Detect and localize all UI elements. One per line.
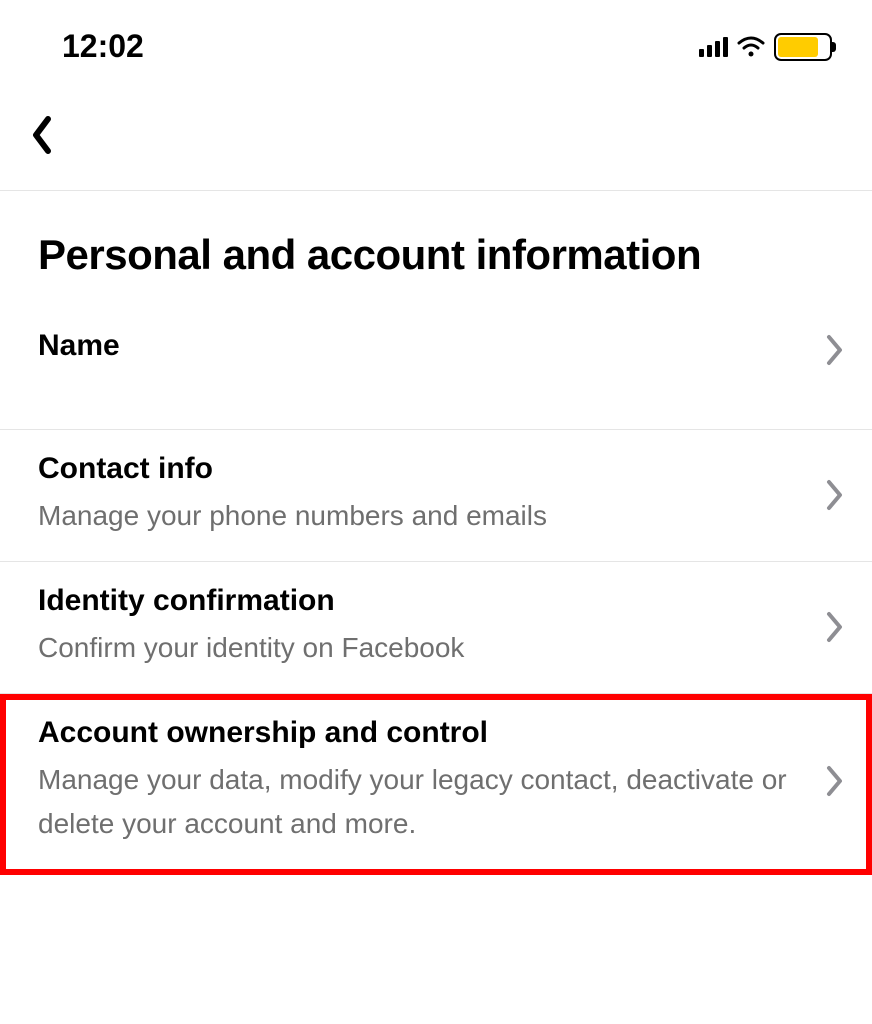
nav-bar [0,85,872,190]
list-item-text: Identity confirmation Confirm your ident… [38,584,826,671]
list-item-contact-info[interactable]: Contact info Manage your phone numbers a… [0,430,872,562]
chevron-right-icon [826,334,844,366]
list-item-title: Name [38,329,826,363]
list-item-name[interactable]: Name [0,319,872,430]
status-time: 12:02 [62,28,144,65]
list-item-text: Contact info Manage your phone numbers a… [38,452,826,539]
chevron-right-icon [826,611,844,643]
list-item-identity-confirmation[interactable]: Identity confirmation Confirm your ident… [0,562,872,694]
list-item-title: Contact info [38,452,826,486]
list-item-account-ownership[interactable]: Account ownership and control Manage you… [0,694,872,876]
list-item-text: Account ownership and control Manage you… [38,716,826,848]
cellular-signal-icon [699,37,728,57]
status-bar: 12:02 [0,0,872,85]
back-button[interactable] [30,115,54,155]
chevron-right-icon [826,765,844,797]
battery-icon [774,33,832,61]
page-title: Personal and account information [0,191,872,319]
list-item-subtitle: Confirm your identity on Facebook [38,626,826,671]
status-icons [699,33,832,61]
chevron-right-icon [826,479,844,511]
list-item-text: Name [38,329,826,371]
wifi-icon [736,36,766,58]
list-item-subtitle: Manage your data, modify your legacy con… [38,758,826,848]
list-item-title: Account ownership and control [38,716,826,750]
list-item-subtitle: Manage your phone numbers and emails [38,494,826,539]
list-item-title: Identity confirmation [38,584,826,618]
